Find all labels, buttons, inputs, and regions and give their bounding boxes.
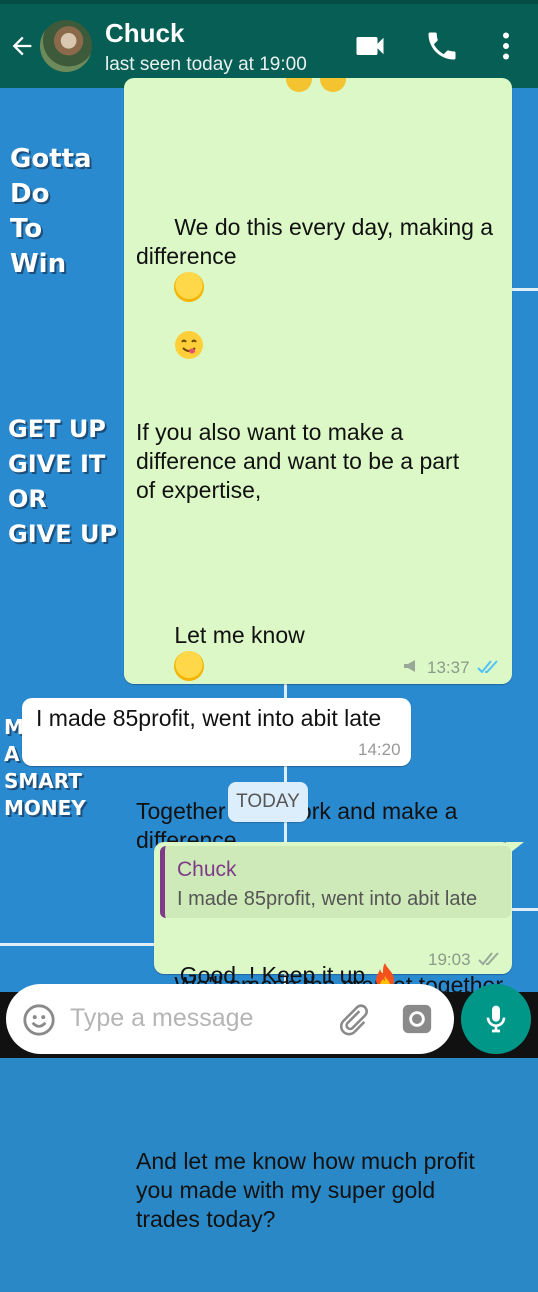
emoji-partial — [320, 78, 346, 92]
video-call-icon[interactable] — [352, 28, 388, 64]
more-vert-icon[interactable] — [488, 28, 524, 64]
wallpaper-text-getup: GET UP GIVE IT OR GIVE UP — [8, 415, 118, 548]
message-text: I made 85profit, went into abit late — [36, 705, 382, 731]
last-seen-status: last seen today at 19:00 — [105, 54, 307, 75]
attach-icon[interactable] — [336, 1002, 370, 1036]
message-time: 14:20 — [358, 740, 401, 759]
date-divider: TODAY — [228, 782, 308, 822]
wallpaper-line — [510, 908, 538, 911]
message-time: 19:03 — [428, 950, 471, 969]
message-input-container[interactable]: Type a message — [6, 984, 454, 1054]
camera-icon[interactable] — [400, 1002, 434, 1036]
read-ticks-icon — [477, 660, 498, 674]
message-input[interactable]: Type a message — [70, 1004, 253, 1033]
back-arrow-icon[interactable] — [8, 32, 36, 60]
message-time: 13:37 — [427, 658, 470, 677]
broadcast-icon — [404, 660, 415, 672]
phone-icon[interactable] — [424, 28, 460, 64]
quoted-message[interactable]: Chuck I made 85profit, went into abit la… — [160, 846, 511, 918]
contact-name[interactable]: Chuck — [105, 18, 184, 49]
wallpaper-text-gotta: Gotta Do To Win — [10, 144, 92, 279]
avatar[interactable] — [40, 20, 92, 72]
message-bubble-outgoing[interactable]: We do this every day, making a differenc… — [124, 78, 512, 1232]
message-bubble-incoming[interactable]: I made 85profit, went into abit late 14:… — [22, 698, 411, 766]
yum-face-emoji-icon — [174, 271, 205, 359]
mic-button[interactable] — [461, 984, 531, 1054]
emoji-icon[interactable] — [22, 1003, 56, 1037]
emoji-partial — [286, 78, 312, 92]
quoted-text: I made 85profit, went into abit late — [177, 888, 478, 910]
mic-icon — [486, 1005, 506, 1033]
message-text: Good ! Keep it up — [167, 932, 398, 992]
sunglasses-face-emoji-icon — [174, 650, 205, 738]
wallpaper-line — [510, 288, 538, 291]
delivered-ticks-icon — [478, 952, 499, 966]
chat-header: Chuck last seen today at 19:00 — [0, 4, 538, 88]
quoted-author: Chuck — [177, 858, 237, 881]
